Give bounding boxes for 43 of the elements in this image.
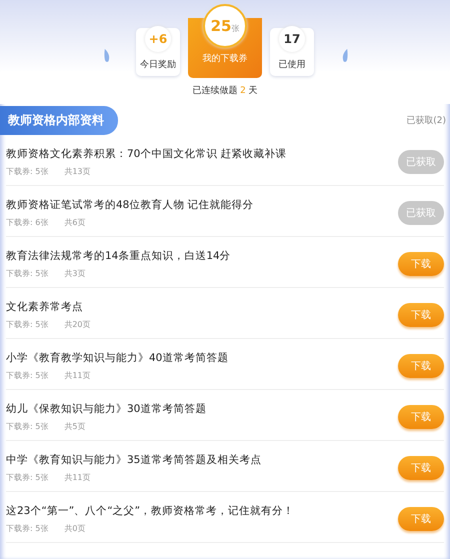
card-label: 今日奖励 bbox=[140, 58, 176, 71]
document-title: 教育法律法规常考的14条重点知识，白送14分 bbox=[6, 249, 231, 263]
ticket-cost: 下载券: 5张 bbox=[6, 166, 48, 177]
obtained-count: 已获取(2) bbox=[406, 114, 446, 127]
document-title: 教师资格文化素养积累：70个中国文化常识 赶紧收藏补课 bbox=[6, 147, 287, 161]
document-title: 这23个“第一”、八个“之父”，教师资格常考，记住就有分！ bbox=[6, 504, 294, 518]
ticket-cost: 下载券: 6张 bbox=[6, 217, 48, 228]
document-title: 中学《教育知识与能力》35道常考简答题及相关考点 bbox=[6, 453, 262, 467]
page-count: 共0页 bbox=[64, 523, 86, 534]
card-label: 已使用 bbox=[278, 58, 306, 71]
ticket-cost: 下载券: 5张 bbox=[6, 472, 48, 483]
card-label: 我的下载券 bbox=[202, 52, 248, 65]
ticket-cost: 下载券: 5张 bbox=[6, 370, 48, 381]
page-count: 共13页 bbox=[64, 166, 91, 177]
ticket-unit: 张 bbox=[231, 22, 240, 34]
download-button[interactable]: 下载 bbox=[398, 456, 444, 480]
download-button[interactable]: 下载 bbox=[398, 303, 444, 327]
page-count: 共5页 bbox=[64, 421, 86, 432]
document-title: 幼儿《保教知识与能力》30道常考简答题 bbox=[6, 402, 206, 416]
stat-value: 17 bbox=[284, 32, 300, 46]
page-count: 共3页 bbox=[64, 268, 86, 279]
ticket-cost: 下载券: 5张 bbox=[6, 421, 48, 432]
ticket-cost: 下载券: 5张 bbox=[6, 268, 48, 279]
page-count: 共11页 bbox=[64, 370, 91, 381]
section-title: 教师资格内部资料 bbox=[0, 106, 118, 135]
download-ticket-card[interactable]: 25张 我的下载券 bbox=[188, 4, 262, 78]
page-count: 共11页 bbox=[64, 472, 91, 483]
ticket-cost: 下载券: 5张 bbox=[6, 319, 48, 330]
droplet-icon bbox=[103, 48, 112, 64]
document-title: 教师资格证笔试常考的48位教育人物 记住就能得分 bbox=[6, 198, 254, 212]
streak-text: 已连续做题 2 天 bbox=[192, 84, 258, 97]
page-count: 共20页 bbox=[64, 319, 91, 330]
document-title: 文化素养常考点 bbox=[6, 300, 84, 314]
stat-value: +6 bbox=[148, 32, 168, 46]
download-button[interactable]: 下载 bbox=[398, 354, 444, 378]
page-count: 共6页 bbox=[64, 217, 86, 228]
ticket-cost: 下载券: 5张 bbox=[6, 523, 48, 534]
document-title: 小学《教育教学知识与能力》40道常考简答题 bbox=[6, 351, 228, 365]
download-button[interactable]: 下载 bbox=[398, 252, 444, 276]
ticket-count: 25 bbox=[210, 17, 232, 35]
droplet-icon bbox=[340, 48, 349, 64]
download-button[interactable]: 下载 bbox=[398, 507, 444, 531]
download-button[interactable]: 下载 bbox=[398, 405, 444, 429]
